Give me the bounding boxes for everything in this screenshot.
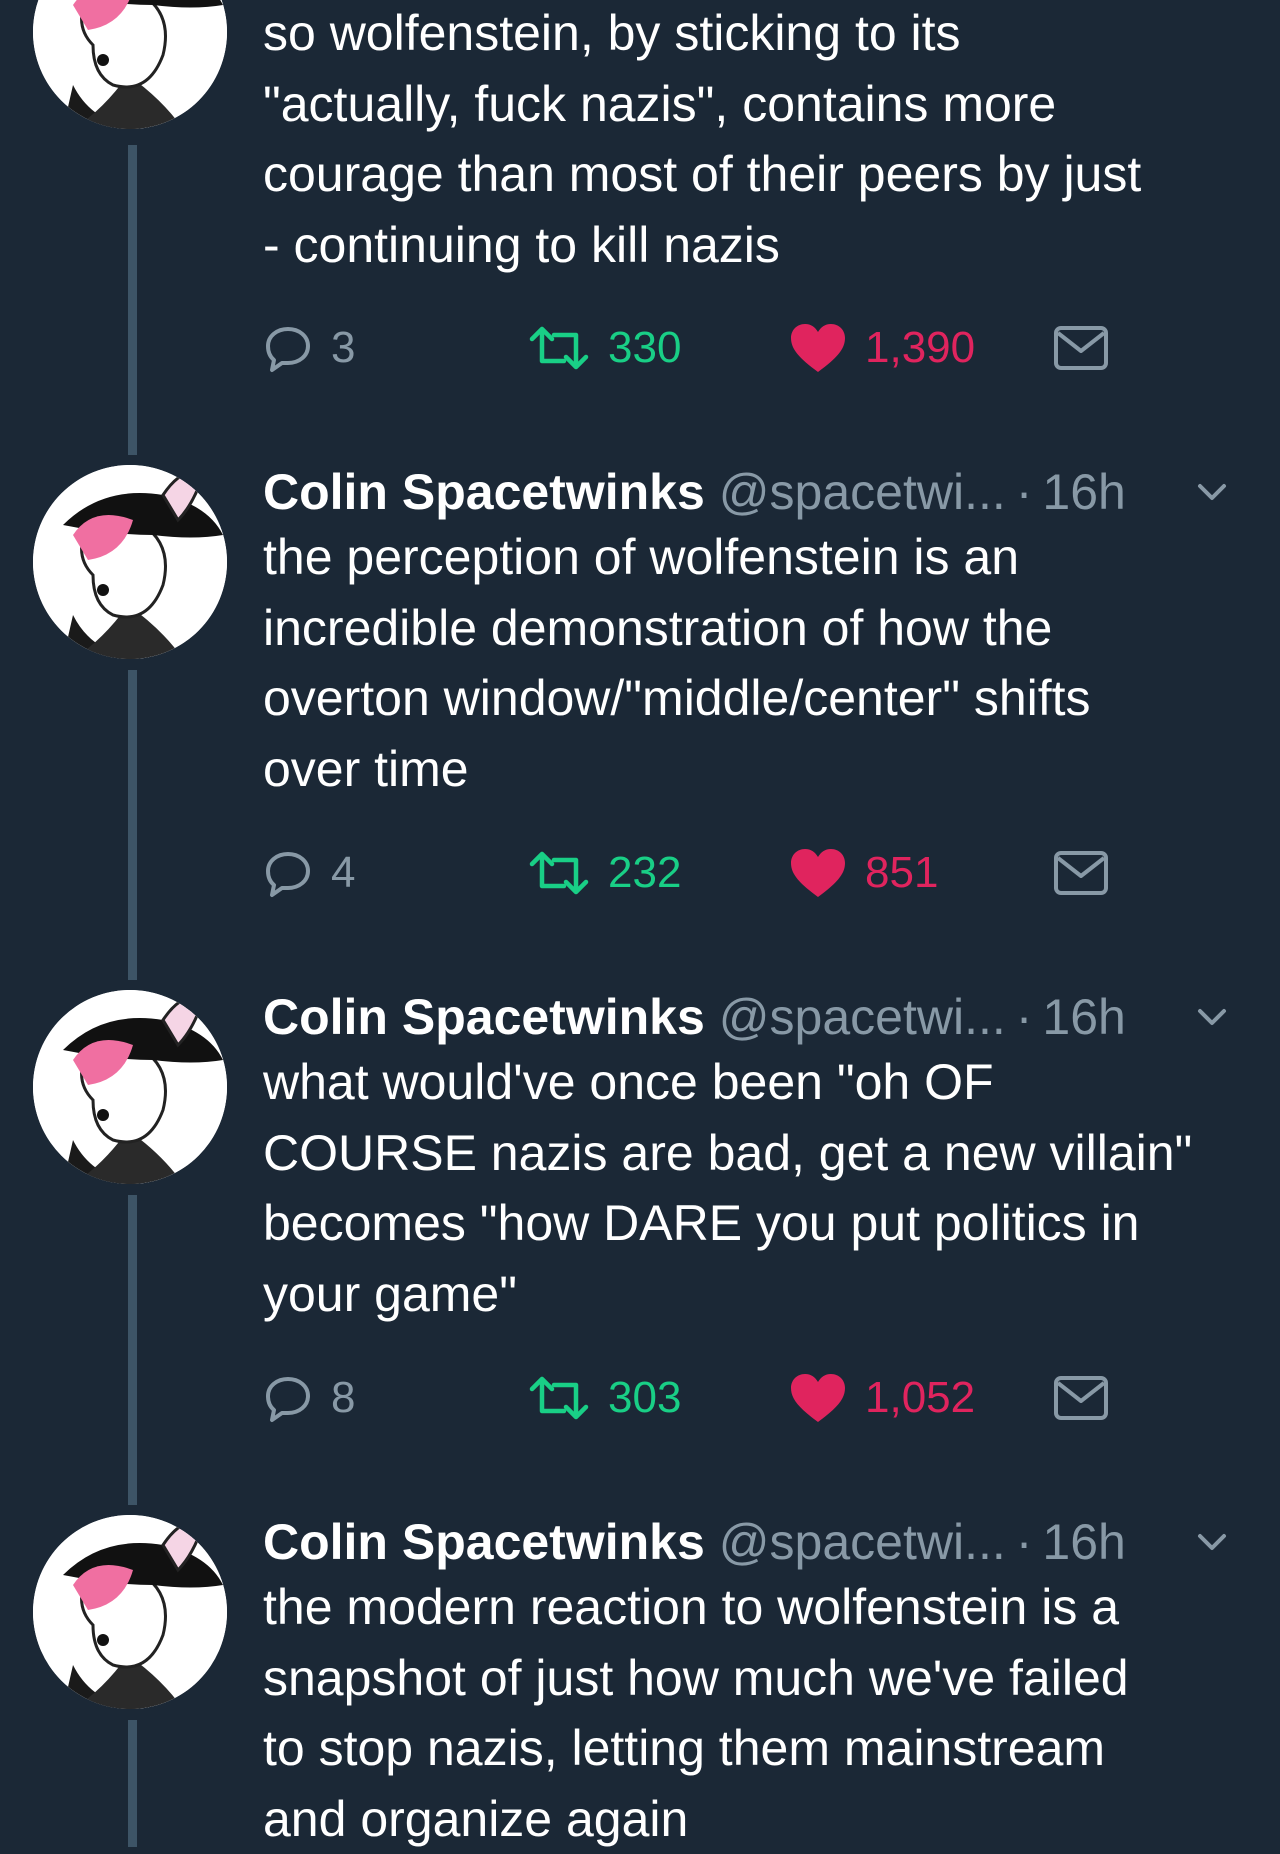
retweet-icon [528,1373,590,1423]
chevron-down-icon[interactable] [1194,999,1230,1035]
avatar-image [33,0,227,129]
like-count: 1,390 [865,323,976,372]
reply-count: 3 [331,323,356,372]
like-button[interactable]: 1,390 [789,318,975,378]
tweet[interactable]: Colin Spacetwinks @spacetwi... · 16h the… [0,1505,1280,1847]
retweet-icon [528,848,590,898]
envelope-icon [1053,1375,1109,1421]
timestamp[interactable]: 16h [1042,988,1125,1046]
direct-message-button[interactable] [1053,318,1109,378]
retweet-button[interactable]: 303 [528,1368,681,1428]
retweet-button[interactable]: 232 [528,843,681,903]
separator: · [1015,989,1033,1045]
tweet-text: so wolfenstein, by sticking to its "actu… [263,5,1142,273]
retweet-icon [528,323,590,373]
heart-icon [789,1372,847,1424]
display-name[interactable]: Colin Spacetwinks [263,463,705,521]
tweet-header: Colin Spacetwinks @spacetwi... · 16h [263,462,1240,522]
tweet-text: the modern reaction to wolfenstein is a … [263,1579,1129,1847]
reply-icon [263,848,313,898]
avatar[interactable] [33,990,227,1184]
display-name[interactable]: Colin Spacetwinks [263,1513,705,1571]
tweet[interactable]: so wolfenstein, by sticking to its "actu… [0,0,1280,420]
like-count: 1,052 [865,1373,976,1422]
reply-button[interactable]: 4 [263,843,355,903]
avatar-image [33,465,227,659]
user-handle[interactable]: @spacetwi... [719,1513,1006,1571]
user-handle[interactable]: @spacetwi... [719,463,1006,521]
timestamp[interactable]: 16h [1042,1513,1125,1571]
reply-button[interactable]: 8 [263,1368,355,1428]
avatar[interactable] [33,465,227,659]
avatar[interactable] [33,0,227,129]
direct-message-button[interactable] [1053,843,1109,903]
separator: · [1015,1514,1033,1570]
tweet-header: Colin Spacetwinks @spacetwi... · 16h [263,987,1240,1047]
tweet[interactable]: Colin Spacetwinks @spacetwi... · 16h the… [0,455,1280,975]
envelope-icon [1053,325,1109,371]
chevron-down-icon[interactable] [1194,1524,1230,1560]
user-handle[interactable]: @spacetwi... [719,988,1006,1046]
avatar-image [33,990,227,1184]
like-button[interactable]: 851 [789,843,938,903]
separator: · [1015,464,1033,520]
tweet-text: what would've once been "oh OF COURSE na… [263,1054,1193,1322]
like-count: 851 [865,848,939,897]
heart-icon [789,322,847,374]
chevron-down-icon[interactable] [1194,474,1230,510]
retweet-button[interactable]: 330 [528,318,681,378]
tweet-header: Colin Spacetwinks @spacetwi... · 16h [263,1512,1240,1572]
reply-count: 4 [331,848,356,897]
tweet-actions: 8 303 1,052 [263,1368,1163,1428]
direct-message-button[interactable] [1053,1368,1109,1428]
heart-icon [789,847,847,899]
reply-icon [263,1373,313,1423]
avatar-image [33,1515,227,1709]
tweet-actions: 4 232 851 [263,843,1163,903]
retweet-count: 330 [608,323,682,372]
like-button[interactable]: 1,052 [789,1368,975,1428]
display-name[interactable]: Colin Spacetwinks [263,988,705,1046]
tweet-actions: 3 330 1,390 [263,318,1163,378]
envelope-icon [1053,850,1109,896]
avatar[interactable] [33,1515,227,1709]
reply-icon [263,323,313,373]
tweet[interactable]: Colin Spacetwinks @spacetwi... · 16h wha… [0,980,1280,1500]
retweet-count: 232 [608,848,682,897]
reply-button[interactable]: 3 [263,318,355,378]
retweet-count: 303 [608,1373,682,1422]
tweet-text: the perception of wolfenstein is an incr… [263,529,1091,797]
timestamp[interactable]: 16h [1042,463,1125,521]
reply-count: 8 [331,1373,356,1422]
